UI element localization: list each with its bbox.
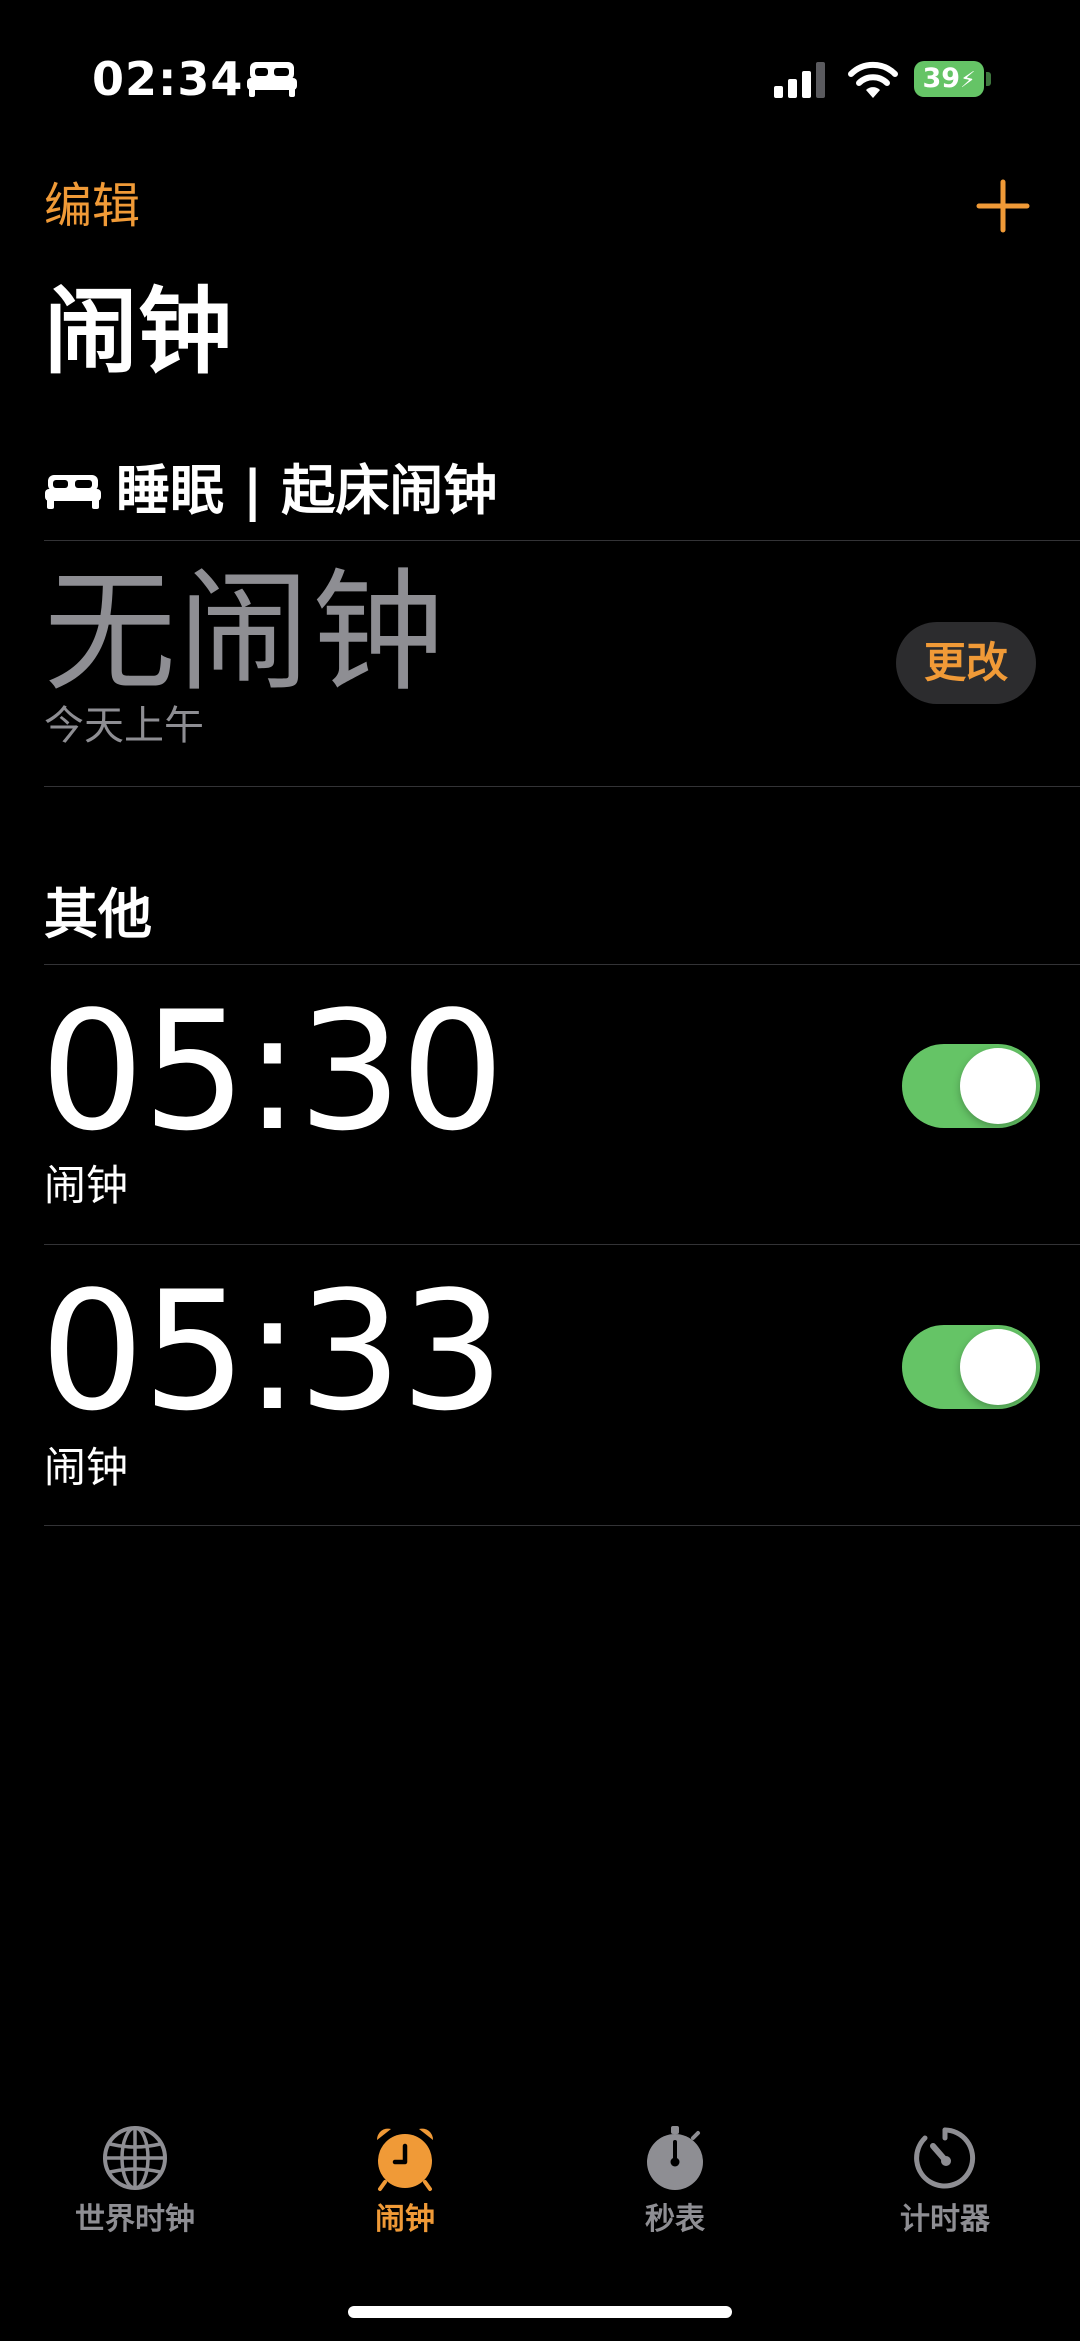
sleep-section-title: 睡眠 | 起床闹钟 [116,459,498,522]
alarm-label: 闹钟 [44,1161,129,1210]
tab-label: 世界时钟 [75,2202,195,2237]
edit-button[interactable]: 编辑 [44,176,140,236]
sleep-section-header: 睡眠 | 起床闹钟 [44,456,497,526]
alarm-label: 闹钟 [44,1443,129,1492]
bed-icon [45,475,101,509]
toggle-knob [960,1329,1036,1405]
stopwatch-icon [647,2126,703,2190]
tab-label: 秒表 [645,2202,705,2237]
home-indicator[interactable] [348,2306,732,2318]
battery-indicator: 39⚡ [914,61,984,97]
divider [44,1525,1080,1526]
no-alarm-label[interactable]: 无闹钟 [44,558,446,708]
alarm-time[interactable]: 05:30 [40,982,505,1162]
bed-icon [247,62,297,97]
plus-icon[interactable] [975,178,1031,234]
divider [44,964,1080,965]
tab-label: 计时器 [900,2202,990,2237]
tab-label: 闹钟 [375,2202,435,2237]
alarm-toggle[interactable] [902,1325,1040,1409]
others-section-header: 其他 [44,883,152,946]
divider [44,1244,1080,1245]
battery-level: 39 [922,63,961,94]
page-title: 闹钟 [44,278,233,387]
status-time: 02:34 [92,52,244,106]
tab-alarm[interactable]: 闹钟 [270,2124,540,2264]
tab-world-clock[interactable]: 世界时钟 [0,2124,270,2264]
toggle-knob [960,1048,1036,1124]
cellular-signal-icon [774,62,825,98]
divider [44,540,1080,541]
timer-icon [914,2127,976,2189]
charging-bolt-icon: ⚡ [960,68,976,93]
battery-cap [986,72,991,86]
tab-stopwatch[interactable]: 秒表 [540,2124,810,2264]
alarm-time[interactable]: 05:33 [40,1262,505,1442]
divider [44,786,1080,787]
alarm-toggle[interactable] [902,1044,1040,1128]
no-alarm-subtitle: 今天上午 [44,703,204,749]
tab-timer[interactable]: 计时器 [810,2124,1080,2264]
wifi-icon [848,61,898,98]
globe-icon [103,2126,167,2190]
change-button[interactable]: 更改 [896,622,1036,704]
alarm-clock-icon [376,2128,434,2191]
